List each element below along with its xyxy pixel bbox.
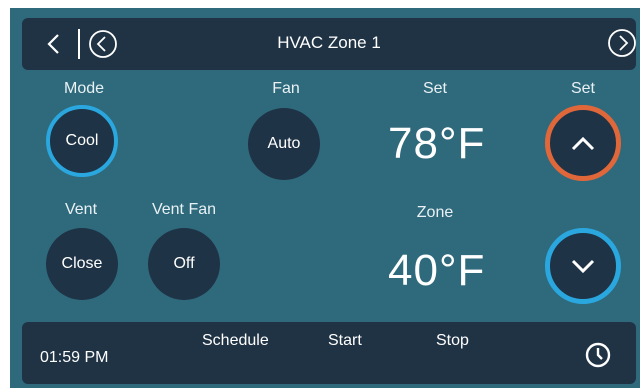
clock-time: 01:59 PM: [40, 349, 109, 366]
chevron-up-icon: [571, 136, 595, 151]
zone-temperature: 40°F: [388, 246, 486, 295]
setpoint-control-label: Set: [570, 80, 595, 97]
vent-fan-button[interactable]: Off: [148, 228, 220, 300]
next-circle-icon[interactable]: [607, 28, 637, 58]
footer-bar: 01:59 PM Schedule Start Stop: [22, 322, 636, 384]
zone-label: Zone: [416, 204, 454, 221]
start-button[interactable]: Start: [328, 332, 362, 350]
fan-button[interactable]: Auto: [248, 108, 320, 180]
vent-label: Vent: [64, 201, 98, 218]
vent-button[interactable]: Close: [46, 228, 118, 300]
setpoint-down-button[interactable]: [545, 228, 621, 304]
setpoint-temperature: 78°F: [388, 119, 486, 168]
vent-fan-label: Vent Fan: [151, 201, 217, 218]
setpoint-label: Set: [422, 80, 447, 97]
vent-fan-value: Off: [173, 255, 195, 272]
schedule-button[interactable]: Schedule: [202, 332, 269, 350]
fan-value: Auto: [267, 135, 301, 152]
mode-value: Cool: [65, 132, 99, 149]
vent-value: Close: [61, 255, 103, 272]
header-bar: HVAC Zone 1: [22, 18, 636, 70]
fan-label: Fan: [272, 80, 300, 97]
stop-button[interactable]: Stop: [436, 332, 469, 350]
setpoint-up-button[interactable]: [545, 105, 621, 181]
clock-icon[interactable]: [585, 342, 611, 368]
page-title: HVAC Zone 1: [277, 33, 381, 52]
mode-button[interactable]: Cool: [46, 105, 118, 177]
mode-label: Mode: [63, 80, 105, 97]
hvac-screen: HVAC Zone 1 Mode Fan Set Set Cool Auto 7…: [10, 8, 640, 388]
chevron-down-icon: [571, 259, 595, 274]
